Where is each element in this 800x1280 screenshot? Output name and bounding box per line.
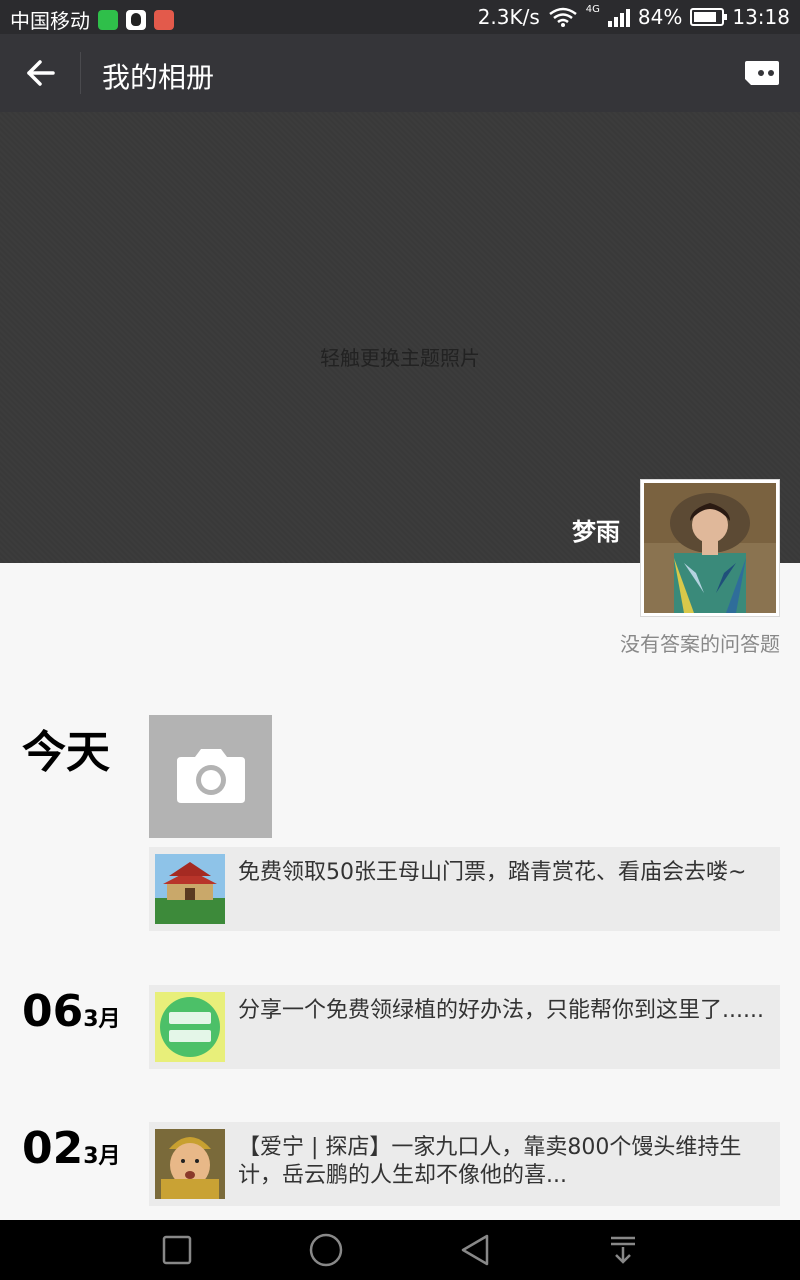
home-icon xyxy=(309,1233,343,1267)
post-text: 分享一个免费领绿植的好办法，只能帮你到这里了...... xyxy=(238,998,764,1023)
page-title: 我的相册 xyxy=(102,61,215,94)
post-date: 023月 xyxy=(22,1123,121,1174)
post-thumbnail xyxy=(155,1129,225,1199)
post-date: 063月 xyxy=(22,986,121,1037)
notification-pull-button[interactable] xyxy=(603,1230,643,1270)
post-text: 免费领取50张王母山门票，踏青赏花、看庙会去喽~ xyxy=(238,860,747,885)
post-date-month: 3月 xyxy=(83,1144,121,1169)
system-nav-bar xyxy=(0,1220,800,1280)
post-text: 【爱宁 | 探店】一家九口人，靠卖800个馒头维持生计，岳云鹏的人生却不像他的喜… xyxy=(238,1135,742,1188)
back-arrow-icon xyxy=(27,60,55,86)
app-red-icon xyxy=(154,9,174,30)
net-speed: 2.3K/s xyxy=(477,5,540,29)
carrier-label: 中国移动 xyxy=(10,9,90,33)
title-divider xyxy=(80,52,81,94)
post-date-day: 06 xyxy=(22,986,84,1037)
back-nav-button[interactable] xyxy=(455,1230,495,1270)
avatar-photo xyxy=(644,483,776,613)
more-chat-icon xyxy=(745,61,779,85)
app-green-icon xyxy=(98,9,118,30)
recent-apps-button[interactable] xyxy=(157,1230,197,1270)
post-thumbnail xyxy=(155,992,225,1062)
add-photo-button[interactable] xyxy=(149,715,272,838)
status-bar: 中国移动 2.3K/s 4G 84% 13:18 xyxy=(0,0,800,34)
user-name: 梦雨 xyxy=(572,518,620,546)
post-date-day: 02 xyxy=(22,1123,84,1174)
clock: 13:18 xyxy=(732,5,790,29)
recent-apps-icon xyxy=(162,1235,192,1265)
back-icon xyxy=(461,1234,489,1266)
camera-icon xyxy=(176,748,245,803)
battery-percent: 84% xyxy=(637,5,683,29)
action-bar: 我的相册 xyxy=(0,34,800,112)
qq-icon xyxy=(126,9,146,30)
signature: 没有答案的问答题 xyxy=(620,632,780,656)
date-today: 今天 xyxy=(22,727,110,778)
notification-pull-icon xyxy=(611,1236,635,1264)
wifi-icon xyxy=(549,7,577,27)
back-button[interactable] xyxy=(14,46,68,100)
home-button[interactable] xyxy=(306,1230,346,1270)
post-item[interactable]: 免费领取50张王母山门票，踏青赏花、看庙会去喽~ xyxy=(149,847,780,931)
post-thumbnail xyxy=(155,854,225,924)
post-item[interactable]: 分享一个免费领绿植的好办法，只能帮你到这里了...... xyxy=(149,985,780,1069)
post-date-month: 3月 xyxy=(83,1007,121,1032)
signal-icon xyxy=(607,7,630,27)
avatar[interactable] xyxy=(640,479,780,617)
post-item[interactable]: 【爱宁 | 探店】一家九口人，靠卖800个馒头维持生计，岳云鹏的人生却不像他的喜… xyxy=(149,1122,780,1206)
change-cover-hint: 轻触更换主题照片 xyxy=(320,346,480,370)
more-button[interactable] xyxy=(738,52,786,94)
battery-icon xyxy=(690,8,728,26)
network-type: 4G xyxy=(585,3,600,15)
